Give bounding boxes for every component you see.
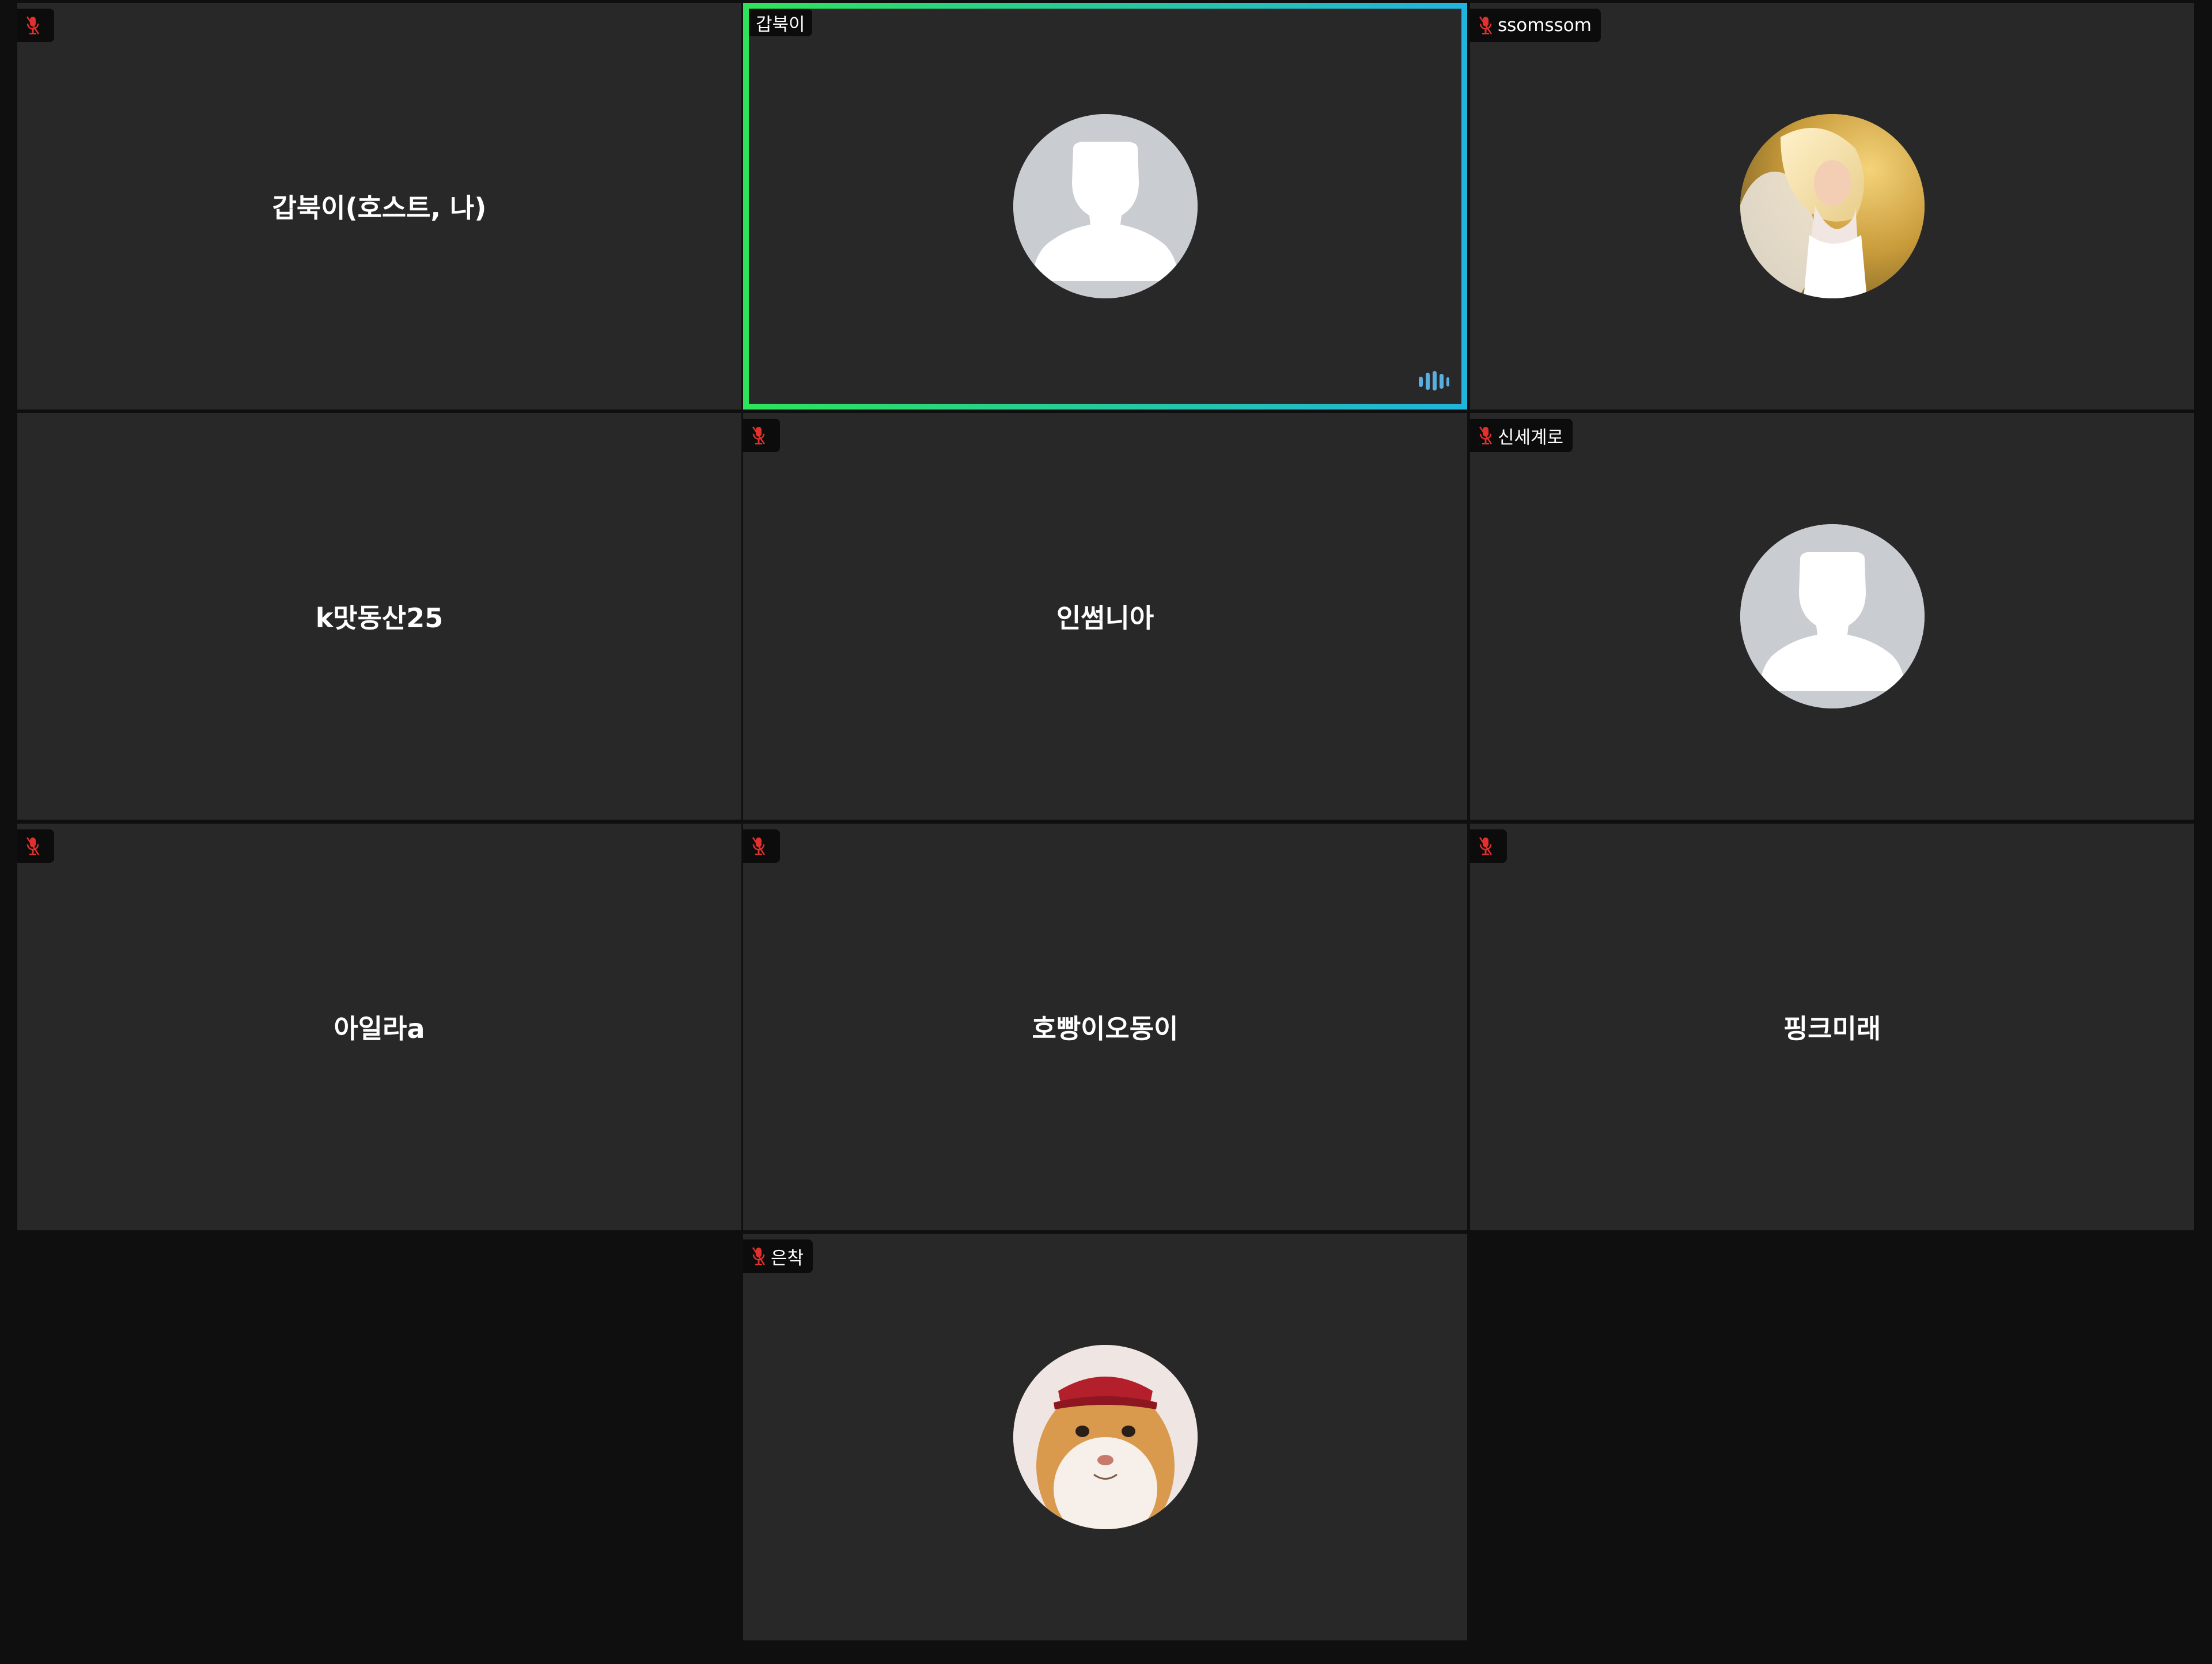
microphone-muted-icon (1478, 15, 1493, 36)
participant-tag: 갑북이 (756, 14, 805, 35)
participant-label: 갑북이 (749, 9, 812, 36)
microphone-muted-icon (25, 836, 40, 856)
participant-label (17, 829, 54, 863)
participant-tile-host[interactable]: 갑북이(호스트, 나) (17, 3, 741, 410)
participant-tile-speaking[interactable]: 갑북이 (743, 3, 1467, 410)
avatar-photo (1740, 114, 1925, 298)
participant-label (1470, 829, 1507, 863)
participant-label (743, 829, 780, 863)
participant-name: 갑북이(호스트, 나) (272, 192, 487, 223)
profile-photo-icon (1740, 114, 1925, 298)
user-silhouette-icon (1740, 524, 1925, 708)
participant-tile[interactable]: 핑크미래 (1470, 824, 2194, 1230)
participant-label (17, 9, 54, 42)
participant-tile[interactable]: 인썸니아 (743, 413, 1467, 820)
microphone-muted-icon (751, 1246, 766, 1267)
participant-tile[interactable]: 은착 (743, 1234, 1467, 1640)
microphone-muted-icon (751, 425, 766, 446)
cat-photo-icon (1013, 1345, 1198, 1529)
participant-tile[interactable]: 아일라a (17, 824, 741, 1230)
participant-label: 은착 (743, 1240, 813, 1273)
participant-label: 신세계로 (1470, 419, 1573, 452)
participant-tag: ssomssom (1498, 15, 1592, 36)
avatar (1013, 114, 1198, 298)
participant-tag: 은착 (771, 1248, 804, 1269)
video-grid: 갑북이(호스트, 나) 갑북이 ssomssom k맛동산25 인썸니아 신세계… (0, 0, 2212, 1664)
participant-tile[interactable]: k맛동산25 (17, 413, 741, 820)
participant-name: k맛동산25 (315, 602, 444, 634)
participant-name: 호빵이오동이 (1032, 1013, 1179, 1044)
avatar-photo (1013, 1345, 1198, 1529)
participant-name: 아일라a (334, 1013, 425, 1044)
audio-level-icon (1418, 369, 1450, 392)
microphone-muted-icon (25, 15, 40, 36)
participant-name: 핑크미래 (1783, 1013, 1881, 1044)
participant-tag: 신세계로 (1498, 427, 1564, 448)
microphone-muted-icon (751, 836, 766, 856)
participant-tile[interactable]: 호빵이오동이 (743, 824, 1467, 1230)
user-silhouette-icon (1013, 114, 1198, 298)
participant-name: 인썸니아 (1056, 602, 1154, 634)
participant-label: ssomssom (1470, 9, 1601, 42)
microphone-muted-icon (1478, 836, 1493, 856)
avatar (1740, 524, 1925, 708)
participant-tile[interactable]: 신세계로 (1470, 413, 2194, 820)
participant-label (743, 419, 780, 452)
microphone-muted-icon (1478, 425, 1493, 446)
participant-tile[interactable]: ssomssom (1470, 3, 2194, 410)
